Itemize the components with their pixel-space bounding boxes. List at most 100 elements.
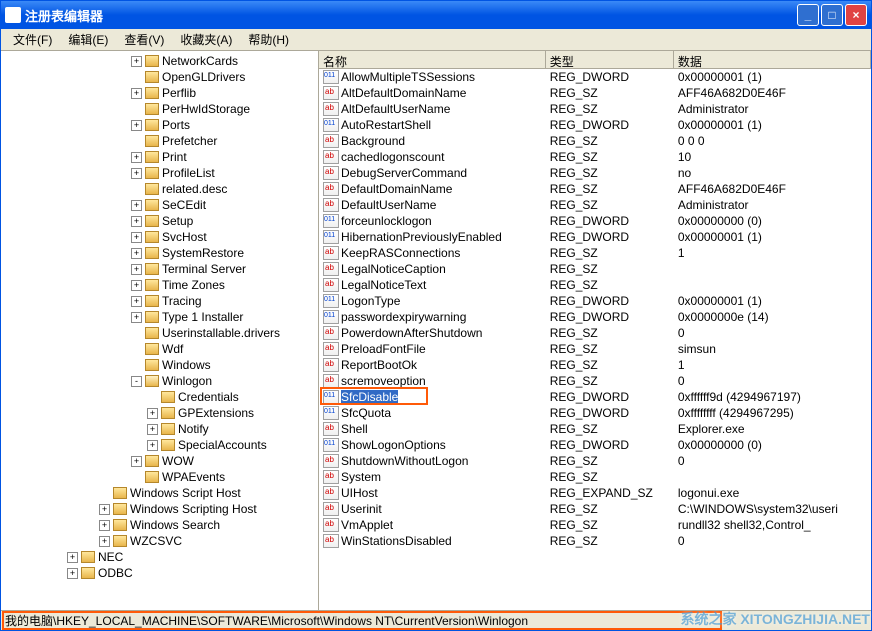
- menu-item[interactable]: 查看(V): [116, 29, 172, 50]
- tree-row[interactable]: +Setup: [3, 213, 316, 229]
- tree-row[interactable]: +Windows Scripting Host: [3, 501, 316, 517]
- tree-row[interactable]: +Terminal Server: [3, 261, 316, 277]
- tree-row[interactable]: +Perflib: [3, 85, 316, 101]
- expander-icon[interactable]: -: [131, 376, 142, 387]
- list-row[interactable]: SystemREG_SZ: [319, 469, 871, 485]
- expander-icon[interactable]: +: [147, 440, 158, 451]
- list-row[interactable]: LegalNoticeTextREG_SZ: [319, 277, 871, 293]
- tree-row[interactable]: +Type 1 Installer: [3, 309, 316, 325]
- header-type[interactable]: 类型: [546, 51, 674, 68]
- list-row[interactable]: WinStationsDisabledREG_SZ0: [319, 533, 871, 549]
- list-row[interactable]: DefaultUserNameREG_SZAdministrator: [319, 197, 871, 213]
- tree-row[interactable]: +Ports: [3, 117, 316, 133]
- list-row[interactable]: ReportBootOkREG_SZ1: [319, 357, 871, 373]
- expander-icon[interactable]: +: [131, 312, 142, 323]
- list-row[interactable]: AltDefaultDomainNameREG_SZAFF46A682D0E46…: [319, 85, 871, 101]
- header-data[interactable]: 数据: [674, 51, 871, 68]
- tree-row[interactable]: +ProfileList: [3, 165, 316, 181]
- expander-icon[interactable]: +: [131, 200, 142, 211]
- tree-row[interactable]: Windows: [3, 357, 316, 373]
- tree-row[interactable]: -Winlogon: [3, 373, 316, 389]
- tree-row[interactable]: +Time Zones: [3, 277, 316, 293]
- titlebar[interactable]: 注册表编辑器 _ □ ×: [1, 1, 871, 29]
- list-row[interactable]: LogonTypeREG_DWORD0x00000001 (1): [319, 293, 871, 309]
- list-row[interactable]: AltDefaultUserNameREG_SZAdministrator: [319, 101, 871, 117]
- expander-icon[interactable]: +: [131, 248, 142, 259]
- tree-row[interactable]: +SystemRestore: [3, 245, 316, 261]
- tree-row[interactable]: +NetworkCards: [3, 53, 316, 69]
- tree-row[interactable]: +SeCEdit: [3, 197, 316, 213]
- expander-icon[interactable]: +: [147, 408, 158, 419]
- tree-row[interactable]: Userinstallable.drivers: [3, 325, 316, 341]
- tree-row[interactable]: WPAEvents: [3, 469, 316, 485]
- expander-icon[interactable]: +: [131, 56, 142, 67]
- close-button[interactable]: ×: [845, 4, 867, 26]
- expander-icon[interactable]: +: [131, 264, 142, 275]
- expander-icon[interactable]: +: [131, 152, 142, 163]
- expander-icon[interactable]: +: [131, 232, 142, 243]
- tree-row[interactable]: Wdf: [3, 341, 316, 357]
- tree-pane[interactable]: +NetworkCardsOpenGLDrivers+PerflibPerHwI…: [1, 51, 319, 610]
- tree-row[interactable]: +GPExtensions: [3, 405, 316, 421]
- expander-icon[interactable]: +: [67, 568, 78, 579]
- expander-icon[interactable]: +: [147, 424, 158, 435]
- expander-icon[interactable]: +: [99, 536, 110, 547]
- list-row[interactable]: LegalNoticeCaptionREG_SZ: [319, 261, 871, 277]
- list-row[interactable]: PowerdownAfterShutdownREG_SZ0: [319, 325, 871, 341]
- tree-row[interactable]: +SpecialAccounts: [3, 437, 316, 453]
- list-row[interactable]: DefaultDomainNameREG_SZAFF46A682D0E46F: [319, 181, 871, 197]
- tree-row[interactable]: Credentials: [3, 389, 316, 405]
- list-body[interactable]: AllowMultipleTSSessionsREG_DWORD0x000000…: [319, 69, 871, 610]
- list-row[interactable]: AutoRestartShellREG_DWORD0x00000001 (1): [319, 117, 871, 133]
- expander-icon[interactable]: +: [131, 88, 142, 99]
- menu-item[interactable]: 收藏夹(A): [172, 29, 240, 50]
- list-row[interactable]: UserinitREG_SZC:\WINDOWS\system32\useri: [319, 501, 871, 517]
- list-row[interactable]: PreloadFontFileREG_SZsimsun: [319, 341, 871, 357]
- list-row[interactable]: VmAppletREG_SZrundll32 shell32,Control_: [319, 517, 871, 533]
- list-row[interactable]: ShellREG_SZExplorer.exe: [319, 421, 871, 437]
- expander-icon[interactable]: +: [67, 552, 78, 563]
- expander-icon[interactable]: +: [131, 280, 142, 291]
- tree-row[interactable]: +Print: [3, 149, 316, 165]
- expander-icon[interactable]: +: [131, 456, 142, 467]
- list-row[interactable]: AllowMultipleTSSessionsREG_DWORD0x000000…: [319, 69, 871, 85]
- expander-icon[interactable]: +: [131, 168, 142, 179]
- tree-row[interactable]: PerHwIdStorage: [3, 101, 316, 117]
- tree-row[interactable]: +ODBC: [3, 565, 316, 581]
- expander-icon[interactable]: +: [99, 504, 110, 515]
- tree-row[interactable]: +WOW: [3, 453, 316, 469]
- list-row[interactable]: ShowLogonOptionsREG_DWORD0x00000000 (0): [319, 437, 871, 453]
- list-row[interactable]: KeepRASConnectionsREG_SZ1: [319, 245, 871, 261]
- tree-row[interactable]: Windows Script Host: [3, 485, 316, 501]
- menu-item[interactable]: 编辑(E): [60, 29, 116, 50]
- list-row[interactable]: scremoveoptionREG_SZ0: [319, 373, 871, 389]
- expander-icon[interactable]: +: [131, 216, 142, 227]
- tree-row[interactable]: +NEC: [3, 549, 316, 565]
- list-row[interactable]: ShutdownWithoutLogonREG_SZ0: [319, 453, 871, 469]
- expander-icon[interactable]: +: [131, 120, 142, 131]
- list-row[interactable]: passwordexpirywarningREG_DWORD0x0000000e…: [319, 309, 871, 325]
- list-row[interactable]: UIHostREG_EXPAND_SZlogonui.exe: [319, 485, 871, 501]
- tree-row[interactable]: +Windows Search: [3, 517, 316, 533]
- header-name[interactable]: 名称: [319, 51, 546, 68]
- maximize-button[interactable]: □: [821, 4, 843, 26]
- expander-icon[interactable]: +: [99, 520, 110, 531]
- list-row[interactable]: BackgroundREG_SZ0 0 0: [319, 133, 871, 149]
- list-row[interactable]: SfcQuotaREG_DWORD0xffffffff (4294967295): [319, 405, 871, 421]
- list-row[interactable]: HibernationPreviouslyEnabledREG_DWORD0x0…: [319, 229, 871, 245]
- tree-row[interactable]: +Notify: [3, 421, 316, 437]
- menu-item[interactable]: 文件(F): [5, 29, 60, 50]
- expander-icon[interactable]: +: [131, 296, 142, 307]
- tree-row[interactable]: +WZCSVC: [3, 533, 316, 549]
- tree-row[interactable]: related.desc: [3, 181, 316, 197]
- list-row[interactable]: cachedlogonscountREG_SZ10: [319, 149, 871, 165]
- list-row[interactable]: forceunlocklogonREG_DWORD0x00000000 (0): [319, 213, 871, 229]
- minimize-button[interactable]: _: [797, 4, 819, 26]
- tree-row[interactable]: +SvcHost: [3, 229, 316, 245]
- list-header[interactable]: 名称 类型 数据: [319, 51, 871, 69]
- tree-row[interactable]: Prefetcher: [3, 133, 316, 149]
- menu-item[interactable]: 帮助(H): [240, 29, 297, 50]
- tree-row[interactable]: OpenGLDrivers: [3, 69, 316, 85]
- list-row[interactable]: SfcDisableREG_DWORD0xffffff9d (429496719…: [319, 389, 871, 405]
- list-row[interactable]: DebugServerCommandREG_SZno: [319, 165, 871, 181]
